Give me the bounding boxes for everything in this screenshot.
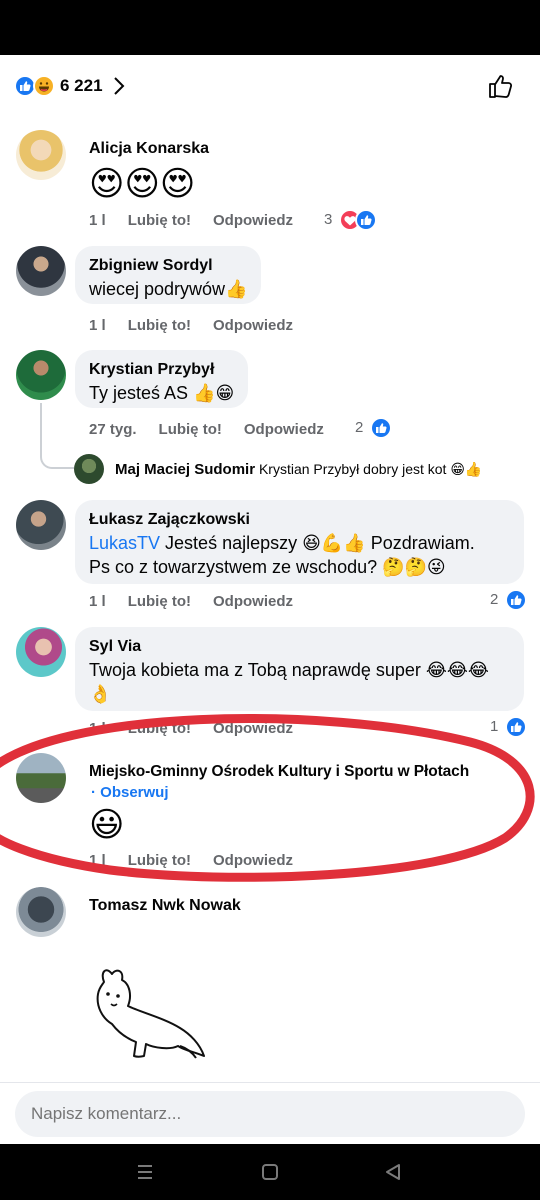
comment-author[interactable]: Syl Via (89, 636, 510, 658)
avatar[interactable] (74, 454, 104, 484)
like-outline-icon[interactable] (486, 71, 516, 101)
navigation-bar (0, 1144, 540, 1200)
reply-item[interactable]: Maj Maciej Sudomir Krystian Przybył dobr… (74, 454, 534, 484)
reply-button[interactable]: Odpowiedz (213, 851, 293, 871)
comment-text: Ty jesteś AS 👍😁 (89, 383, 235, 403)
comment-author[interactable]: Zbigniew Sordyl (89, 255, 247, 277)
status-bar (0, 0, 540, 55)
reply-author[interactable]: Maj Maciej Sudomir (115, 461, 255, 478)
comment-item: Krystian Przybył Ty jesteś AS 👍😁 27 tyg.… (0, 350, 540, 440)
comment-bubble: Krystian Przybył Ty jesteś AS 👍😁 (75, 350, 249, 408)
like-button[interactable]: Lubię to! (159, 420, 222, 440)
comment-bubble: Tomasz Nwk Nowak (75, 895, 255, 917)
mention-link[interactable]: LukasTV (89, 533, 160, 553)
follow-button[interactable]: · Obserwuj (91, 783, 469, 803)
home-icon[interactable] (256, 1158, 284, 1186)
reply-text-row: Maj Maciej Sudomir Krystian Przybył dobr… (115, 459, 482, 480)
like-button[interactable]: Lubię to! (128, 851, 191, 871)
avatar[interactable] (16, 500, 66, 550)
like-icon (369, 417, 392, 439)
comment-bubble: Zbigniew Sordyl wiecej podrywów👍 (75, 246, 262, 304)
reaction-count: 1 (490, 718, 499, 735)
reaction-count: 2 (490, 591, 499, 608)
avatar[interactable] (16, 246, 66, 296)
like-button[interactable]: Lubię to! (128, 592, 191, 612)
comment-author[interactable]: Miejsko-Gminny Ośrodek Kultury i Sportu … (89, 761, 469, 783)
comment-reactions[interactable]: 1 (490, 716, 527, 738)
reaction-count[interactable]: 6 221 (60, 75, 103, 97)
comment-author[interactable]: Łukasz Zajączkowski (89, 509, 510, 531)
comment-item: Łukasz Zajączkowski LukasTV Jesteś najle… (0, 500, 540, 615)
comment-time: 1 l (89, 852, 106, 869)
comment-item: Syl Via Twoja kobieta ma z Tobą naprawdę… (0, 627, 540, 739)
comment-item: Alicja Konarska 😍😍😍 1 l Lubię to! Odpowied… (0, 130, 540, 240)
chevron-right-icon[interactable] (110, 74, 128, 98)
comment-actions: 1 l Lubię to! Odpowiedz (89, 211, 315, 231)
comment-actions: 27 tyg. Lubię to! Odpowiedz (89, 420, 346, 440)
comment-item: Tomasz Nwk Nowak (0, 887, 540, 1067)
comment-reactions[interactable]: 2 (490, 589, 527, 611)
cat-stretching-sticker[interactable] (94, 960, 210, 1060)
comment-text-line1: Twoja kobieta ma z Tobą naprawdę super 😂… (89, 660, 489, 680)
reply-button[interactable]: Odpowiedz (244, 420, 324, 440)
menu-icon[interactable] (131, 1158, 159, 1186)
comment-actions: 1 l Lubię to! Odpowiedz (89, 316, 315, 336)
avatar[interactable] (16, 130, 66, 180)
reply-button[interactable]: Odpowiedz (213, 316, 293, 336)
comment-author[interactable]: Alicja Konarska (89, 138, 209, 160)
reply-button[interactable]: Odpowiedz (213, 211, 293, 231)
comment-item: Zbigniew Sordyl wiecej podrywów👍 1 l Lubi… (0, 246, 540, 336)
avatar[interactable] (16, 753, 66, 803)
reply-button[interactable]: Odpowiedz (213, 719, 293, 739)
comment-text-line2: Ps co z towarzystwem ze wschodu? 🤔🤔😜 (89, 557, 446, 577)
like-icon (504, 716, 527, 738)
comment-time: 1 l (89, 720, 106, 737)
like-button[interactable]: Lubię to! (128, 316, 191, 336)
haha-icon (33, 75, 55, 97)
reply-button[interactable]: Odpowiedz (213, 592, 293, 612)
comment-actions: 1 l Lubię to! Odpowiedz (89, 851, 315, 871)
comment-bubble: Syl Via Twoja kobieta ma z Tobą naprawdę… (75, 627, 524, 711)
comment-text-line2: 👌 (89, 684, 112, 704)
reactions-summary[interactable]: 6 221 (0, 55, 540, 115)
like-button[interactable]: Lubię to! (128, 211, 191, 231)
reply-text: Krystian Przybył dobry jest kot 😁👍 (258, 461, 483, 477)
comment-text: 😃 (89, 806, 125, 844)
comment-text-line1: Jesteś najlepszy 😆💪👍 Pozdrawiam. (160, 533, 475, 553)
comment-reactions[interactable]: 2 (355, 417, 392, 439)
avatar[interactable] (16, 350, 66, 400)
comment-author[interactable]: Tomasz Nwk Nowak (89, 895, 241, 917)
comment-actions: 1 l Lubię to! Odpowiedz (89, 719, 315, 739)
comment-author[interactable]: Krystian Przybył (89, 359, 234, 381)
comment-reactions[interactable]: 3 (324, 209, 377, 231)
comment-bubble: Miejsko-Gminny Ośrodek Kultury i Sportu … (75, 761, 483, 845)
comment-bubble: Alicja Konarska 😍😍😍 (75, 138, 223, 204)
comment-text: 😍😍😍 (89, 165, 196, 203)
comment-input[interactable] (15, 1091, 525, 1137)
comment-time: 1 l (89, 317, 106, 334)
comment-time: 1 l (89, 593, 106, 610)
reaction-count: 3 (324, 211, 333, 228)
like-button[interactable]: Lubię to! (128, 719, 191, 739)
comment-composer (0, 1082, 540, 1144)
like-icon (504, 589, 527, 611)
comment-text: wiecej podrywów👍 (89, 279, 248, 299)
back-icon[interactable] (379, 1158, 407, 1186)
avatar[interactable] (16, 887, 66, 937)
comment-time: 27 tyg. (89, 421, 137, 438)
like-icon (354, 209, 377, 231)
comment-text: LukasTV Jesteś najlepszy 😆💪👍 Pozdrawiam. (89, 531, 510, 555)
comment-item: Miejsko-Gminny Ośrodek Kultury i Sportu … (0, 753, 540, 878)
comment-time: 1 l (89, 212, 106, 229)
comment-bubble: Łukasz Zajączkowski LukasTV Jesteś najle… (75, 500, 524, 584)
avatar[interactable] (16, 627, 66, 677)
reaction-count: 2 (355, 419, 364, 436)
reply-thread-line (40, 403, 74, 469)
comment-actions: 1 l Lubię to! Odpowiedz (89, 592, 315, 612)
reaction-icons (14, 75, 60, 97)
